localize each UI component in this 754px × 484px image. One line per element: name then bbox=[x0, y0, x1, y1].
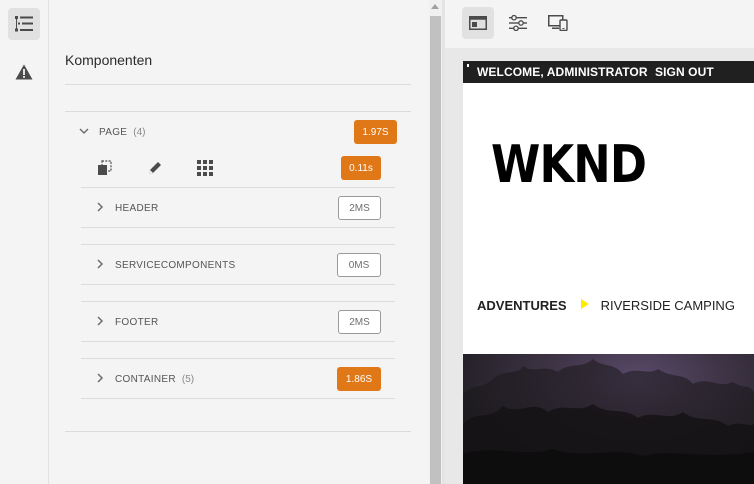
component-tree-icon bbox=[15, 16, 33, 32]
topbar-marker bbox=[467, 64, 469, 67]
alert-icon bbox=[15, 64, 33, 80]
breadcrumb-item-current: RIVERSIDE CAMPING bbox=[600, 298, 735, 313]
edit-button[interactable] bbox=[145, 158, 165, 178]
divider bbox=[65, 431, 411, 432]
breadcrumb-separator-icon bbox=[580, 299, 589, 309]
divider bbox=[81, 341, 395, 342]
divider bbox=[81, 398, 395, 399]
divider bbox=[65, 84, 411, 85]
grid-icon bbox=[197, 160, 213, 176]
edit-pencil-icon bbox=[149, 162, 161, 174]
breadcrumb-item-adventures[interactable]: ADVENTURES bbox=[477, 298, 567, 313]
scroll-thumb[interactable] bbox=[430, 16, 441, 484]
chevron-right-icon[interactable] bbox=[95, 202, 105, 212]
chevron-right-icon[interactable] bbox=[95, 373, 105, 383]
tree-silhouette-image bbox=[463, 359, 754, 484]
chevron-right-icon[interactable] bbox=[95, 259, 105, 269]
copy-icon bbox=[98, 160, 112, 175]
panel-scrollbar[interactable] bbox=[429, 0, 442, 484]
component-tree-button[interactable] bbox=[8, 8, 40, 40]
panel-title: Komponenten bbox=[65, 52, 153, 68]
editor-toolbar bbox=[445, 0, 754, 48]
grid-button[interactable] bbox=[195, 158, 215, 178]
site-logo[interactable]: WKND bbox=[491, 135, 647, 195]
tree-row-label: CONTAINER (5) bbox=[115, 374, 195, 385]
device-emulator-icon bbox=[548, 15, 568, 31]
site-frame[interactable]: WELCOME, ADMINISTRATOR SIGN OUT WKND ADV… bbox=[463, 61, 754, 484]
breadcrumb: ADVENTURES RIVERSIDE CAMPING bbox=[477, 298, 735, 313]
render-time-badge: 2MS bbox=[338, 196, 381, 220]
page-preview[interactable]: WELCOME, ADMINISTRATOR SIGN OUT WKND ADV… bbox=[445, 48, 754, 484]
hero-image bbox=[463, 354, 754, 484]
tree-row-label: SERVICECOMPONENTS bbox=[115, 260, 236, 271]
divider bbox=[81, 284, 395, 285]
render-time-badge: 1.86S bbox=[337, 367, 381, 391]
settings-button[interactable] bbox=[502, 7, 534, 39]
divider bbox=[81, 227, 395, 228]
welcome-text: WELCOME, ADMINISTRATOR bbox=[477, 65, 648, 79]
components-panel: Komponenten PAGE (4) 1.97S 0.11s HEADER … bbox=[49, 0, 429, 484]
chevron-right-icon[interactable] bbox=[95, 316, 105, 326]
chevron-down-icon[interactable] bbox=[79, 126, 89, 136]
page-info-icon bbox=[469, 16, 487, 30]
app-root: Komponenten PAGE (4) 1.97S 0.11s HEADER … bbox=[0, 0, 754, 484]
copy-button[interactable] bbox=[95, 158, 115, 178]
alerts-button[interactable] bbox=[8, 56, 40, 88]
page-info-button[interactable] bbox=[462, 7, 494, 39]
tree-row-label: PAGE (4) bbox=[99, 127, 146, 138]
tree-row-label: FOOTER bbox=[115, 317, 159, 328]
render-time-badge: 1.97S bbox=[354, 120, 397, 144]
render-time-badge: 0MS bbox=[337, 253, 381, 277]
render-time-badge: 2MS bbox=[338, 310, 381, 334]
child-count: (5) bbox=[181, 374, 195, 385]
tree-row-label: HEADER bbox=[115, 203, 159, 214]
sign-out-link[interactable]: SIGN OUT bbox=[655, 65, 714, 79]
side-rail bbox=[0, 0, 49, 484]
site-topbar: WELCOME, ADMINISTRATOR SIGN OUT bbox=[463, 61, 754, 83]
emulator-button[interactable] bbox=[542, 7, 574, 39]
tools-time-badge: 0.11s bbox=[341, 156, 381, 180]
child-count: (4) bbox=[133, 127, 146, 138]
settings-sliders-icon bbox=[509, 15, 527, 31]
scroll-up-arrow-icon[interactable] bbox=[431, 4, 439, 9]
